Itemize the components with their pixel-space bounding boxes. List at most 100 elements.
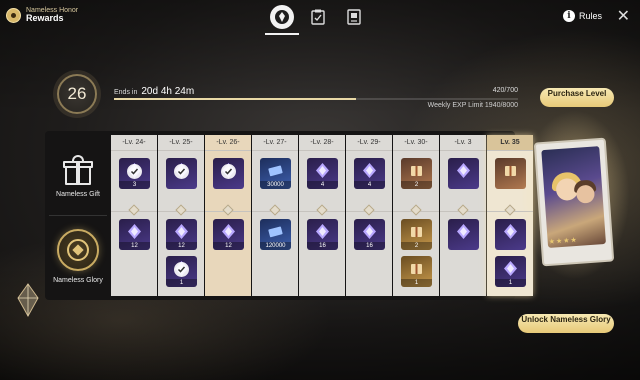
gift-reward-item[interactable] xyxy=(166,158,197,189)
reward-quantity: 120000 xyxy=(260,242,291,250)
reward-quantity: 1 xyxy=(166,279,197,287)
reward-quantity: 12 xyxy=(166,242,197,250)
track-divider-diamond-icon xyxy=(222,204,234,216)
reward-item-icon xyxy=(408,223,425,240)
reward-item-icon xyxy=(220,223,237,240)
track-divider-diamond-icon xyxy=(175,204,187,216)
glory-reward-item[interactable]: 16 xyxy=(307,219,338,250)
claimed-check-icon xyxy=(174,262,189,277)
final-reward-card[interactable]: ★★★★ xyxy=(533,137,615,267)
reward-column: -Lv. 28- 4 16 xyxy=(299,135,345,296)
reward-item-icon xyxy=(173,223,190,240)
reward-item-icon xyxy=(361,162,378,179)
current-level-badge: 26 xyxy=(57,74,97,114)
ends-in-time: 20d 4h 24m xyxy=(141,86,195,97)
close-icon[interactable]: ✕ xyxy=(617,6,630,26)
top-bar: Nameless Honor Rewards i Rules ✕ xyxy=(0,0,640,35)
exp-progress-track xyxy=(114,98,518,100)
claimed-check-icon xyxy=(174,164,189,179)
reward-item-icon xyxy=(314,223,331,240)
unlock-nameless-glory-button[interactable]: Unlock Nameless Glory xyxy=(518,314,614,333)
reward-item-icon xyxy=(267,162,284,179)
glory-reward-item[interactable]: 12 xyxy=(166,219,197,250)
reward-column: -Lv. 30- 2 2 1 xyxy=(393,135,439,296)
column-level-label: -Lv. 25- xyxy=(158,135,204,151)
track-divider-diamond-icon xyxy=(457,204,469,216)
mission-clipboard-icon xyxy=(311,9,325,25)
rules-label: Rules xyxy=(578,11,602,21)
shop-book-icon xyxy=(347,9,361,25)
glory-reward-item[interactable]: 12 xyxy=(213,219,244,250)
reward-column: -Lv. 3 xyxy=(440,135,486,296)
track-labels: Nameless Gift Nameless Glory xyxy=(45,131,111,300)
crystal-star-icon xyxy=(17,283,39,318)
tab-rewards[interactable] xyxy=(265,5,299,35)
glory-reward-item[interactable]: 1 xyxy=(166,256,197,287)
gift-reward-item[interactable] xyxy=(448,158,479,189)
column-level-label: -Lv. 30- xyxy=(393,135,439,151)
glory-emblem-icon xyxy=(57,228,99,271)
reward-quantity: 12 xyxy=(213,242,244,250)
emblem-icon xyxy=(275,10,289,24)
gift-reward-item[interactable]: 3 xyxy=(119,158,150,189)
column-level-label: -Lv. 24- xyxy=(111,135,157,151)
gift-reward-item[interactable]: 4 xyxy=(354,158,385,189)
track-divider-diamond-icon xyxy=(269,204,281,216)
glory-reward-item[interactable]: 1 xyxy=(401,256,432,287)
reward-column: -Lv. 27- 30000 120000 xyxy=(252,135,298,296)
reward-item-icon xyxy=(361,223,378,240)
glory-reward-item[interactable]: 16 xyxy=(354,219,385,250)
reward-quantity: 4 xyxy=(354,181,385,189)
reward-quantity: 4 xyxy=(307,181,338,189)
tab-shop[interactable] xyxy=(342,5,366,29)
gift-reward-item[interactable]: 2 xyxy=(401,158,432,189)
gift-reward-item[interactable]: 4 xyxy=(307,158,338,189)
reward-track-panel: Nameless Gift Nameless Glory -Lv. 24- 3 12… xyxy=(45,131,533,300)
reward-item-icon xyxy=(455,223,472,240)
reward-item-icon xyxy=(314,162,331,179)
claimed-check-icon xyxy=(127,164,142,179)
glory-reward-item[interactable]: 2 xyxy=(401,219,432,250)
track-divider-diamond-icon xyxy=(410,204,422,216)
column-level-label: -Lv. 3 xyxy=(440,135,486,151)
brand: Nameless Honor Rewards xyxy=(6,7,78,24)
reward-item-icon xyxy=(455,162,472,179)
reward-columns: -Lv. 24- 3 12 -Lv. 25- 12 1 -Lv. 26- 12 -Lv. 27-… xyxy=(111,135,534,296)
nameless-glory-row-header: Nameless Glory xyxy=(45,217,111,295)
glory-reward-item[interactable]: 120000 xyxy=(260,219,291,250)
reward-column: -Lv. 25- 12 1 xyxy=(158,135,204,296)
reward-column: -Lv. 26- 12 xyxy=(205,135,251,296)
nameless-gift-row-header: Nameless Gift xyxy=(45,137,111,215)
glory-reward-item[interactable] xyxy=(448,219,479,250)
reward-item-icon xyxy=(502,260,519,277)
column-level-label: -Lv. 28- xyxy=(299,135,345,151)
gift-reward-item[interactable]: 30000 xyxy=(260,158,291,189)
reward-quantity: 2 xyxy=(401,181,432,189)
reward-quantity: 1 xyxy=(495,279,526,287)
gift-icon xyxy=(62,154,94,185)
level-progress-panel: Ends in 20d 4h 24m 420/700 Weekly EXP Li… xyxy=(108,83,524,113)
reward-quantity: 30000 xyxy=(260,181,291,189)
track-divider-diamond-icon xyxy=(363,204,375,216)
nameless-glory-label: Nameless Glory xyxy=(53,276,103,284)
tab-missions[interactable] xyxy=(306,5,330,29)
purchase-level-button[interactable]: Purchase Level xyxy=(540,88,614,107)
track-divider-diamond-icon xyxy=(504,204,516,216)
reward-item-icon xyxy=(502,223,519,240)
weekly-exp-limit: Weekly EXP Limit 1940/8000 xyxy=(427,102,518,109)
exp-progress-fill xyxy=(114,98,357,100)
character-card-art xyxy=(541,146,606,248)
reward-column: -Lv. 24- 3 12 xyxy=(111,135,157,296)
reward-item-icon xyxy=(408,162,425,179)
exp-count: 420/700 xyxy=(492,87,518,94)
reward-item-icon xyxy=(126,223,143,240)
gift-reward-item[interactable] xyxy=(213,158,244,189)
glory-reward-item[interactable]: 12 xyxy=(119,219,150,250)
track-divider-diamond-icon xyxy=(316,204,328,216)
column-level-label: -Lv. 27- xyxy=(252,135,298,151)
reward-quantity: 16 xyxy=(307,242,338,250)
ends-in-label: Ends in xyxy=(114,89,138,96)
claimed-check-icon xyxy=(221,164,236,179)
reward-item-icon xyxy=(502,162,519,179)
rules-button[interactable]: i Rules xyxy=(562,10,602,22)
